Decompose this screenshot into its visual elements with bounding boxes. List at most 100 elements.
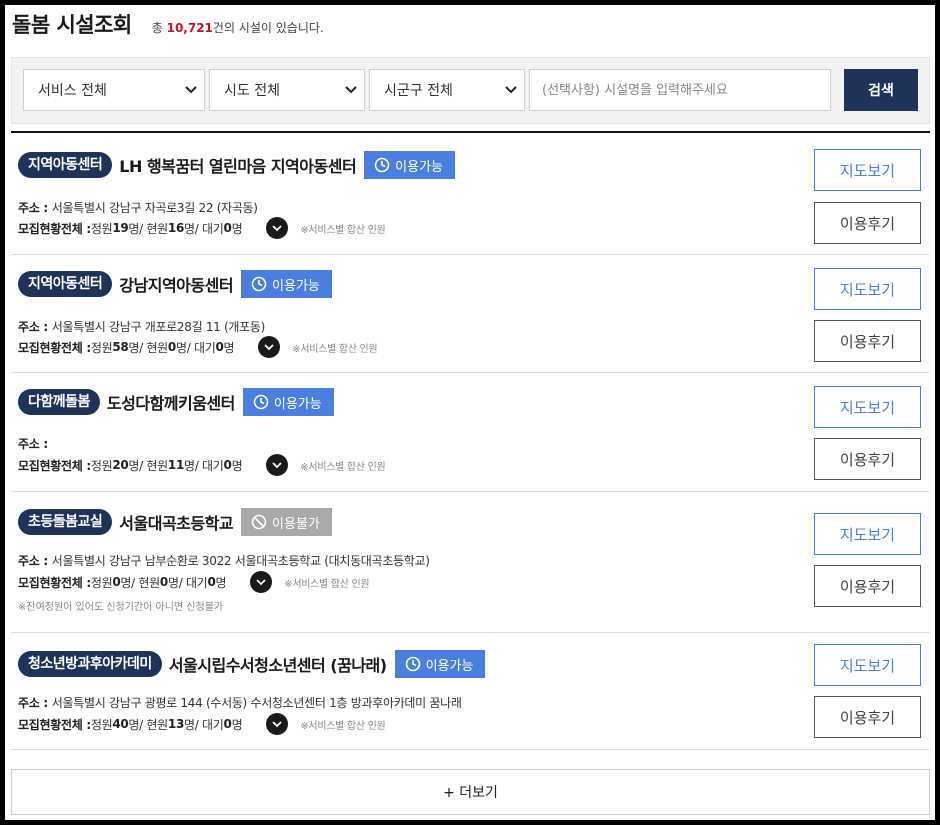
recruit-status: 모집현황전체 : 정원 19 명 / 현원 16 명 / 대기 0명 ※서비스별 합… [18, 217, 386, 239]
sido-select-value: 시도 전체 [224, 83, 280, 99]
map-button[interactable]: 지도보기 [814, 644, 921, 686]
search-button[interactable]: 검색 [844, 69, 918, 111]
current-value: 0 [159, 575, 168, 589]
load-more-button[interactable]: + 더보기 [11, 769, 930, 815]
status-badge: 이용불가 [241, 508, 332, 536]
review-button[interactable]: 이용후기 [814, 202, 921, 244]
service-select[interactable]: 서비스 전체 [23, 69, 205, 111]
page-title: 돌봄 시설조회 [12, 13, 132, 37]
category-badge: 지역아동센터 [18, 271, 113, 297]
recruit-status: 모집현황전체 : 정원 40 명 / 현원 13 명 / 대기 0명 ※서비스별 합… [18, 713, 386, 735]
status-label: 이용가능 [272, 278, 320, 294]
status-label: 이용가능 [273, 396, 322, 412]
waiting-value: 0 [223, 221, 232, 235]
current-value: 11 [167, 458, 185, 472]
facility-address: 주소 : 서울특별시 강남구 개포로28길 11 (개포동) [18, 318, 265, 335]
facility-name: 서울시립수서청소년센터 (꿈나래) [168, 656, 387, 675]
service-note: ※서비스별 합산 인원 [292, 343, 378, 355]
map-button[interactable]: 지도보기 [814, 149, 921, 191]
facility-item: 초등돌봄교실 서울대곡초등학교 이용불가 주소 : 서울특별시 강남구 남부순환… [11, 492, 930, 633]
expand-toggle[interactable] [266, 217, 289, 239]
review-button[interactable]: 이용후기 [814, 696, 921, 738]
chevron-down-icon [264, 343, 274, 350]
page-frame: 돌봄 시설조회 총 10,721건의 시설이 있습니다. 서비스 전체 시도 전… [5, 5, 935, 820]
status-label: 이용불가 [272, 516, 320, 532]
facility-title-row: 지역아동센터 LH 행복꿈터 열린마음 지역아동센터 이용가능 [18, 151, 456, 179]
sido-select[interactable]: 시도 전체 [209, 69, 365, 111]
facility-title-row: 초등돌봄교실 서울대곡초등학교 이용불가 [18, 508, 332, 536]
waiting-value: 0 [223, 458, 232, 472]
facility-title-row: 지역아동센터 강남지역아동센터 이용가능 [18, 270, 332, 298]
facility-name: LH 행복꿈터 열린마음 지역아동센터 [119, 157, 357, 176]
facility-item: 지역아동센터 LH 행복꿈터 열린마음 지역아동센터 이용가능 주소 : 서울특… [11, 135, 930, 255]
facility-list: 지역아동센터 LH 행복꿈터 열린마음 지역아동센터 이용가능 주소 : 서울특… [11, 135, 930, 750]
apply-warning: ※잔여정원이 있어도 신청기간이 아니면 신청불가 [18, 602, 224, 613]
current-value: 13 [167, 717, 185, 731]
address-value: 서울특별시 강남구 광평로 144 (수서동) 수서청소년센터 1층 방과후아카… [51, 696, 462, 710]
recruit-status: 모집현황전체 : 정원 20 명 / 현원 11 명 / 대기 0명 ※서비스별 합… [18, 454, 386, 476]
facility-name: 강남지역아동센터 [119, 276, 234, 295]
capacity-value: 20 [112, 458, 129, 472]
chevron-down-icon [272, 224, 282, 231]
waiting-value: 0 [207, 575, 216, 589]
chevron-down-icon [272, 461, 282, 468]
count-value: 10,721 [166, 21, 213, 35]
address-label: 주소 : [18, 437, 48, 451]
current-value: 0 [167, 340, 176, 354]
count-prefix: 총 [151, 21, 167, 35]
sigungu-select[interactable]: 시군구 전체 [369, 69, 525, 111]
sigungu-select-value: 시군구 전체 [384, 83, 453, 99]
map-button[interactable]: 지도보기 [814, 268, 921, 310]
facility-name: 도성다함께키움센터 [106, 394, 235, 413]
service-note: ※서비스별 합산 인원 [300, 461, 386, 473]
review-button[interactable]: 이용후기 [814, 438, 921, 480]
waiting-value: 0 [223, 717, 232, 731]
recruit-status: 모집현황전체 : 정원 0명 / 현원 0명 / 대기 0명 ※서비스별 합산 … [18, 571, 370, 593]
recruit-label: 모집현황전체 : [18, 458, 91, 473]
expand-toggle[interactable] [250, 571, 273, 593]
facility-name-input[interactable] [529, 69, 831, 111]
list-divider [11, 131, 930, 133]
waiting-value: 0 [215, 340, 224, 354]
prohibited-icon [251, 514, 267, 530]
category-badge: 초등돌봄교실 [18, 509, 113, 535]
current-value: 16 [167, 221, 185, 235]
search-bar: 서비스 전체 시도 전체 시군구 전체 검색 [11, 57, 930, 124]
facility-item: 다함께돌봄 도성다함께키움센터 이용가능 주소 : 모집현황전체 : 정원 20… [11, 373, 930, 492]
clock-icon [253, 394, 269, 410]
clock-icon [374, 157, 390, 173]
map-button[interactable]: 지도보기 [814, 513, 921, 555]
chevron-down-icon [344, 83, 358, 97]
facility-item: 지역아동센터 강남지역아동센터 이용가능 주소 : 서울특별시 강남구 개포로2… [11, 255, 930, 373]
page-header: 돌봄 시설조회 총 10,721건의 시설이 있습니다. [12, 9, 324, 45]
service-note: ※서비스별 합산 인원 [300, 720, 386, 732]
expand-toggle[interactable] [258, 336, 281, 358]
expand-toggle[interactable] [266, 454, 289, 476]
address-label: 주소 : [18, 320, 52, 334]
chevron-down-icon [184, 83, 198, 97]
address-value: 서울특별시 강남구 자곡로3길 22 (자곡동) [51, 201, 258, 215]
status-label: 이용가능 [425, 658, 474, 674]
category-badge: 청소년방과후아카데미 [18, 651, 162, 677]
expand-toggle[interactable] [266, 713, 289, 735]
recruit-label: 모집현황전체 : [18, 575, 91, 590]
capacity-value: 58 [112, 340, 129, 354]
status-badge: 이용가능 [394, 650, 486, 678]
review-button[interactable]: 이용후기 [814, 565, 921, 607]
clock-icon [405, 656, 420, 672]
chevron-down-icon [272, 720, 282, 727]
facility-name: 서울대곡초등학교 [119, 514, 234, 533]
service-note: ※서비스별 합산 인원 [284, 578, 370, 590]
recruit-label: 모집현황전체 : [18, 221, 91, 236]
address-value: 서울특별시 강남구 남부순환로 3022 서울대곡초등학교 (대치동대곡초등학교… [51, 554, 430, 568]
status-badge: 이용가능 [364, 151, 456, 179]
review-button[interactable]: 이용후기 [814, 320, 921, 362]
status-badge: 이용가능 [242, 388, 334, 416]
address-label: 주소 : [18, 201, 52, 215]
category-badge: 다함께돌봄 [18, 389, 100, 415]
address-value: 서울특별시 강남구 개포로28길 11 (개포동) [51, 320, 266, 334]
facility-item: 청소년방과후아카데미 서울시립수서청소년센터 (꿈나래) 이용가능 주소 : 서… [11, 633, 930, 750]
map-button[interactable]: 지도보기 [814, 386, 921, 428]
service-select-value: 서비스 전체 [38, 83, 107, 99]
recruit-label: 모집현황전체 : [18, 340, 91, 355]
